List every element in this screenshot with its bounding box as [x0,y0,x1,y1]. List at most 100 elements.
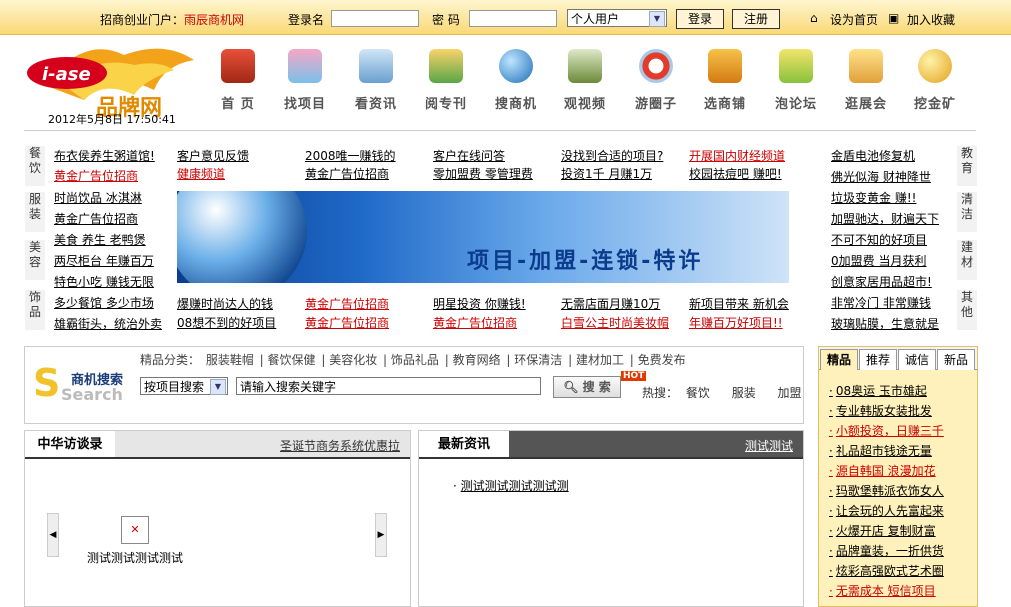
list-item[interactable]: 品牌童装，一折供货 [829,542,944,559]
nav-circle[interactable]: 游圈子 [621,49,691,112]
user-type-select[interactable]: 个人用户 ▼ [567,9,667,27]
list-item[interactable]: 黄金广告位招商 [433,314,517,331]
cat-tab-cleaning[interactable]: 清洁 [957,192,977,232]
search-input[interactable]: 请输入搜索关键字 [236,377,541,395]
list-item[interactable]: 美食 养生 老鸭煲 [54,231,146,248]
nav-magazine[interactable]: 阅专刊 [411,49,481,112]
search-cat[interactable]: 美容化妆 [329,353,377,367]
nav-expo[interactable]: 逛展会 [831,49,901,112]
search-button[interactable]: 🔍︎ 搜 索 [553,376,621,398]
list-item[interactable]: 小额投资，日赚三千 [829,422,944,439]
list-item[interactable]: 布衣侯养生粥道馆! [54,147,155,164]
search-cat[interactable]: 环保清洁 [514,353,562,367]
list-item[interactable]: 0加盟费 当月获利 [831,252,926,269]
list-item[interactable]: 零加盟费 零管理费 [433,165,533,182]
nav-home[interactable]: 首 页 [203,49,273,112]
list-item[interactable]: 专业韩版女装批发 [829,402,932,419]
list-item[interactable]: 雄霸街头，统治外卖 [54,315,162,332]
list-item[interactable]: 玛歌堡韩派衣饰女人 [829,482,944,499]
cat-tab-beauty[interactable]: 美容 [25,240,45,280]
search-cat[interactable]: 建材加工 [576,353,624,367]
list-item[interactable]: 黄金广告位招商 [54,210,138,227]
hot-item[interactable]: 服装 [732,386,756,400]
list-item[interactable]: 创意家居用品超市! [831,273,932,290]
cat-tab-other[interactable]: 其他 [957,290,977,330]
list-item[interactable]: 佛光似海 财神降世 [831,168,931,185]
nav-video[interactable]: 观视频 [550,49,620,112]
nav-news[interactable]: 看资讯 [341,49,411,112]
list-item[interactable]: 校园祛痘吧 赚吧! [689,165,782,182]
tab-featured[interactable]: 精品 [820,349,858,370]
list-item[interactable]: 黄金广告位招商 [54,167,138,184]
list-item[interactable]: 时尚饮品 冰淇淋 [54,189,142,206]
list-item[interactable]: 两尽柜台 年赚百万 [54,252,154,269]
list-item[interactable]: 客户意见反馈 [177,147,249,164]
search-mode-select[interactable]: 按项目搜索 ▼ [140,377,228,395]
list-item[interactable]: 加盟驰达，财遍天下 [831,210,939,227]
list-item[interactable]: 没找到合适的项目? [561,147,663,164]
interview-caption[interactable]: 测试测试测试测试 [87,549,183,566]
list-item[interactable]: 08想不到的好项目 [177,314,276,331]
password-input[interactable] [469,10,557,27]
search-cat[interactable]: 餐饮保健 [268,353,316,367]
chevron-left-icon[interactable]: ◀ [47,513,59,557]
chevron-right-icon[interactable]: ▶ [375,513,387,557]
nav-forum[interactable]: 泡论坛 [761,49,831,112]
hot-item[interactable]: 加盟 [778,386,802,400]
list-item[interactable]: 无需成本 短信项目 [829,582,936,599]
cat-tab-catering[interactable]: 餐饮 [25,146,45,186]
cat-tab-education[interactable]: 教育 [957,146,977,186]
list-item[interactable]: 开展国内财经频道 [689,147,785,164]
list-item[interactable]: 08奥运 玉市雄起 [829,382,927,399]
broken-image-icon[interactable]: ✕ [121,516,149,544]
list-item[interactable]: 明星投资 你赚钱! [433,295,526,312]
search-cat[interactable]: 服装鞋帽 [206,353,254,367]
list-item[interactable]: 客户在线问答 [433,147,505,164]
list-item[interactable]: 礼品超市钱途无量 [829,442,932,459]
tab-new[interactable]: 新品 [937,349,975,370]
panel-more-link[interactable]: 测试测试 [745,437,793,454]
login-button[interactable]: 登录 [676,9,724,29]
cat-tab-jewelry[interactable]: 饰品 [25,290,45,330]
portal-name[interactable]: 雨辰商机网 [184,13,244,27]
promo-banner[interactable]: 项目-加盟-连锁-特许 [177,191,789,283]
list-item[interactable]: 不可不知的好项目 [831,231,927,248]
nav-search-biz[interactable]: 搜商机 [481,49,551,112]
bookmark-link[interactable]: 加入收藏 [907,11,955,28]
list-item[interactable]: 爆赚时尚达人的钱 [177,295,273,312]
hot-item[interactable]: 餐饮 [686,386,710,400]
register-button[interactable]: 注册 [732,9,780,29]
list-item[interactable]: 年赚百万好项目!! [689,314,783,331]
cat-tab-clothing[interactable]: 服装 [25,192,45,232]
list-item[interactable]: 火爆开店 复制财富 [829,522,936,539]
list-item[interactable]: 黄金广告位招商 [305,165,389,182]
nav-projects[interactable]: 找项目 [270,49,340,112]
search-cat[interactable]: 饰品礼品 [391,353,439,367]
list-item[interactable]: 玻璃贴膜，生意就是 [831,315,939,332]
list-item[interactable]: 黄金广告位招商 [305,314,389,331]
nav-gold[interactable]: 挖金矿 [900,49,970,112]
list-item[interactable]: 源自韩国 浪漫加花 [829,462,936,479]
list-item[interactable]: 让会玩的人先富起来 [829,502,944,519]
list-item[interactable]: 非常冷门 非常赚钱 [831,294,931,311]
list-item[interactable]: 多少餐馆 多少市场 [54,294,154,311]
username-input[interactable] [331,10,419,27]
panel-more-link[interactable]: 圣诞节商务系统优惠拉 [280,437,400,454]
list-item[interactable]: 金盾电池修复机 [831,147,915,164]
list-item[interactable]: 垃圾变黄金 赚!! [831,189,916,206]
list-item[interactable]: 特色小吃 赚钱无限 [54,273,154,290]
tab-recommend[interactable]: 推荐 [859,349,897,370]
list-item[interactable]: 新项目带来 新机会 [689,295,789,312]
list-item[interactable]: 2008唯一赚钱的 [305,147,396,164]
set-homepage-link[interactable]: 设为首页 [830,11,878,28]
list-item[interactable]: 投资1千 月赚1万 [561,165,652,182]
list-item[interactable]: 白雪公主时尚美妆帽 [561,314,669,331]
news-item[interactable]: 测试测试测试测试测 [461,479,569,493]
search-cat[interactable]: 教育网络 [453,353,501,367]
list-item[interactable]: 炫彩高强欧式艺术圈 [829,562,944,579]
cat-tab-building[interactable]: 建材 [957,240,977,280]
list-item[interactable]: 黄金广告位招商 [305,295,389,312]
search-cat[interactable]: 免费发布 [638,353,686,367]
list-item[interactable]: 无需店面月赚10万 [561,295,660,312]
nav-shops[interactable]: 选商铺 [690,49,760,112]
